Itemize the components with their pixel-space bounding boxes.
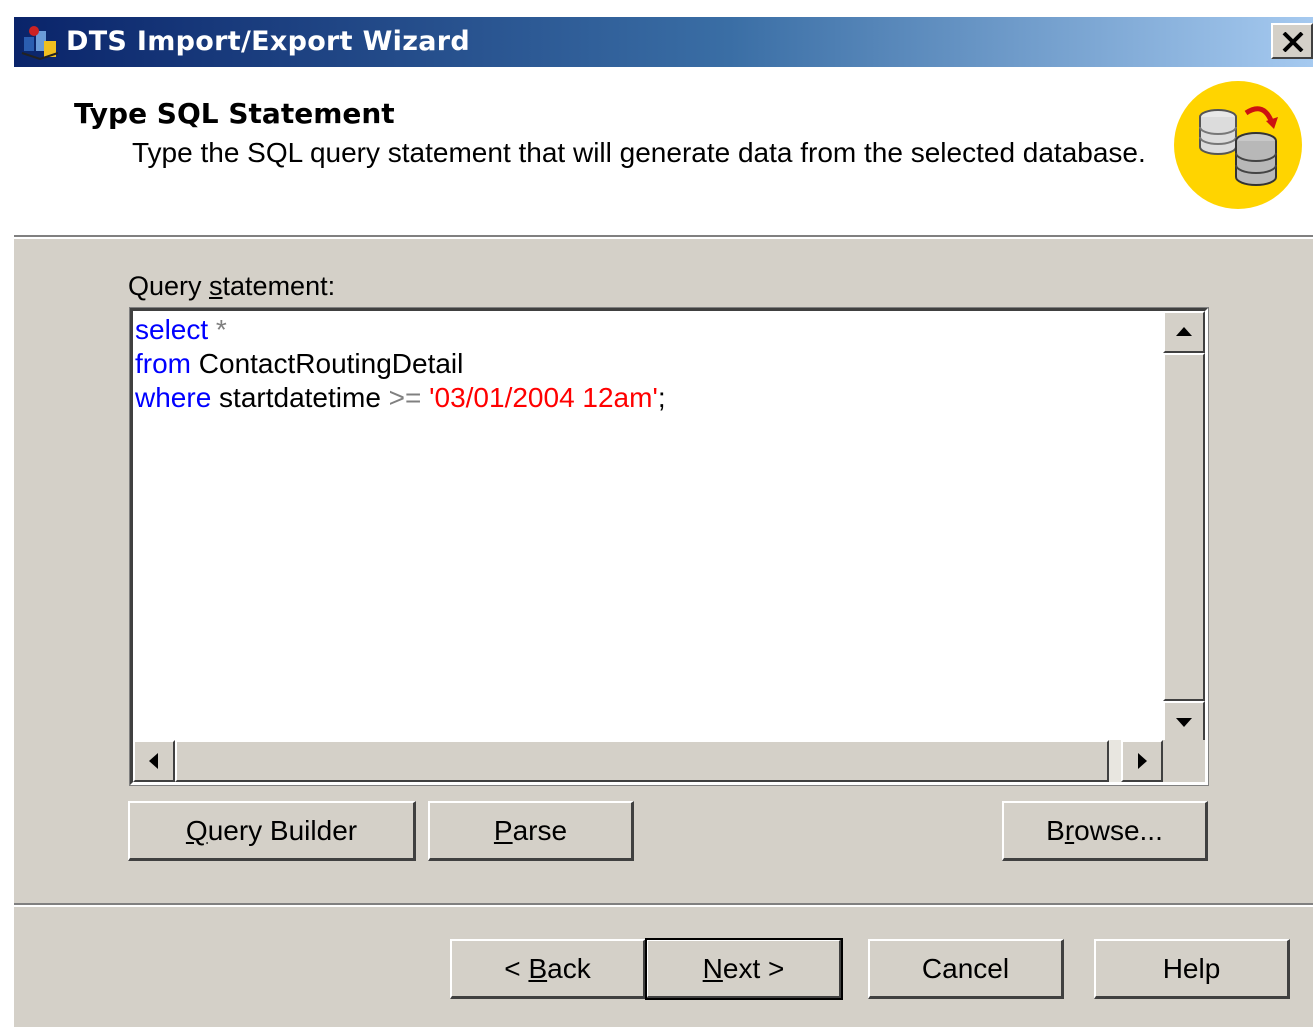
back-button[interactable]: < Back — [450, 939, 646, 999]
code-line: where startdatetime >= '03/01/2004 12am'… — [135, 381, 1161, 415]
button-label: ack — [547, 952, 591, 984]
button-label-prefix: < — [504, 952, 529, 984]
sql-keyword: from — [135, 348, 191, 379]
sql-text-area[interactable]: select * from ContactRoutingDetail where s… — [133, 311, 1163, 743]
scrollbar-corner — [1163, 740, 1205, 782]
scroll-up-button[interactable] — [1163, 311, 1205, 353]
sql-keyword: where — [135, 382, 212, 413]
sql-string: '03/01/2004 12am' — [421, 382, 658, 413]
label-prefix: Query — [128, 271, 210, 301]
wizard-header: Type SQL Statement Type the SQL query st… — [14, 67, 1313, 239]
vertical-scrollbar[interactable] — [1163, 311, 1205, 743]
sql-identifier: startdatetime — [211, 382, 389, 413]
sql-operator: * — [208, 314, 227, 345]
accelerator: P — [493, 814, 513, 846]
sql-identifier: ContactRoutingDetail — [191, 348, 464, 379]
arrow-down-icon — [1176, 718, 1192, 727]
query-builder-button[interactable]: Query Builder — [128, 801, 416, 861]
parse-button[interactable]: Parse — [428, 801, 634, 861]
code-line: from ContactRoutingDetail — [135, 347, 1161, 381]
scroll-left-button[interactable] — [133, 740, 175, 782]
button-label: Help — [1162, 952, 1221, 984]
accelerator: r — [1064, 814, 1075, 846]
wizard-window: DTS Import/Export Wizard Type SQL Statem… — [12, 16, 1313, 1027]
arrow-right-icon — [1138, 753, 1147, 769]
window-title: DTS Import/Export Wizard — [66, 26, 470, 57]
sql-operator: >= — [388, 382, 422, 413]
browse-button[interactable]: Br owse... — [1002, 801, 1208, 861]
page-subtitle: Type the SQL query statement that will g… — [132, 137, 1146, 168]
cancel-button[interactable]: Cancel — [868, 939, 1064, 999]
label-accelerator: s — [209, 271, 223, 301]
horizontal-scrollbar[interactable] — [133, 740, 1163, 782]
accelerator: Q — [185, 814, 208, 846]
database-transfer-icon — [1174, 81, 1302, 209]
button-label: Cancel — [921, 952, 1010, 984]
query-statement-label: Query statement: — [128, 271, 335, 302]
button-label: owse... — [1074, 814, 1163, 846]
button-label-prefix: B — [1046, 814, 1065, 846]
scroll-down-button[interactable] — [1163, 701, 1205, 743]
arrow-left-icon — [149, 753, 158, 769]
accelerator: B — [528, 952, 548, 984]
next-button[interactable]: Next > — [645, 938, 843, 1000]
title-bar[interactable]: DTS Import/Export Wizard — [14, 17, 1313, 67]
button-label: uery Builder — [207, 814, 358, 846]
page-title: Type SQL Statement — [74, 97, 395, 130]
button-label: arse — [512, 814, 568, 846]
sql-terminator: ; — [657, 382, 666, 413]
sql-keyword: select — [135, 314, 209, 345]
close-button[interactable] — [1271, 23, 1313, 59]
help-button[interactable]: Help — [1094, 939, 1290, 999]
close-icon — [1282, 32, 1304, 52]
query-editor[interactable]: select * from ContactRoutingDetail where s… — [130, 308, 1208, 785]
button-label: ext > — [722, 952, 785, 984]
footer-separator — [14, 903, 1313, 907]
arrow-up-icon — [1176, 327, 1192, 336]
code-line: select * — [135, 313, 1161, 347]
label-rest: tatement: — [222, 271, 336, 301]
accelerator: N — [702, 952, 723, 984]
dts-wizard-icon — [21, 26, 59, 61]
horizontal-scroll-thumb[interactable] — [175, 740, 1109, 782]
vertical-scroll-thumb[interactable] — [1163, 353, 1205, 701]
scroll-right-button[interactable] — [1121, 740, 1163, 782]
